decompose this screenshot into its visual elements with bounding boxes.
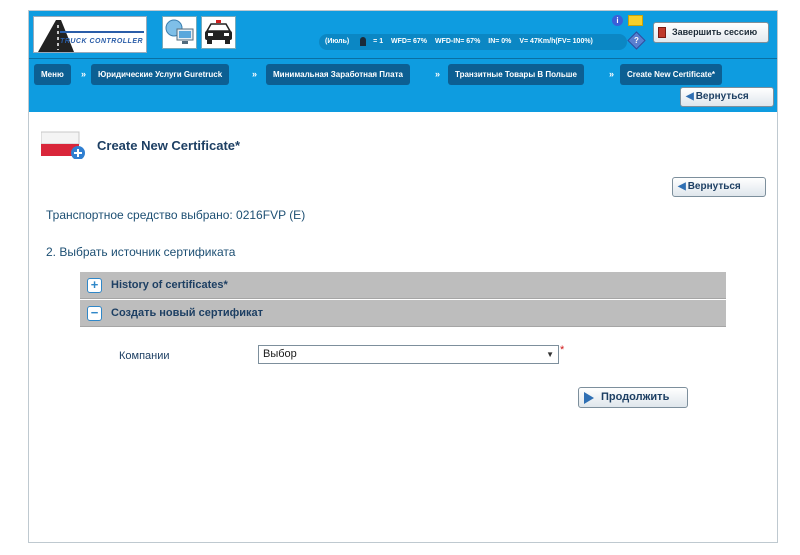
- month-indicator: (Июль): [325, 38, 350, 45]
- help-glyph: ?: [634, 36, 639, 45]
- continue-button[interactable]: Продолжить: [578, 387, 688, 408]
- chevron-down-icon: ▼: [546, 350, 554, 359]
- back-button[interactable]: ◀ Вернуться: [672, 177, 766, 197]
- wfd-in-value: WFD-IN= 67%: [434, 38, 481, 45]
- step-heading: 2. Выбрать источник сертификата: [46, 245, 236, 259]
- breadcrumb-item-create-certificate[interactable]: Create New Certificate*: [620, 64, 723, 85]
- accordion-create-new-label: Создать новый сертификат: [111, 307, 263, 319]
- logo-text: TRUCK CONTROLLER: [60, 38, 144, 45]
- breadcrumb-item-menu[interactable]: Меню: [34, 64, 71, 85]
- breadcrumb-item-transit-goods[interactable]: Транзитные Товары В Польше: [448, 64, 584, 85]
- accordion-history[interactable]: + History of certificates*: [80, 272, 726, 299]
- poland-flag-add-icon: [41, 131, 85, 159]
- page-title: Create New Certificate*: [97, 138, 241, 153]
- nav-back-label: Вернуться: [695, 91, 749, 102]
- breadcrumb-separator: »: [252, 69, 258, 79]
- accordion-history-label: History of certificates*: [111, 279, 228, 291]
- info-icon[interactable]: i: [612, 15, 623, 26]
- accordion-create-new[interactable]: − Создать новый сертификат: [80, 300, 726, 327]
- computer-network-icon[interactable]: [162, 16, 197, 49]
- police-car-icon[interactable]: [201, 16, 236, 49]
- breadcrumb-item-legal-services[interactable]: Юридические Услуги Guretruck: [91, 64, 230, 85]
- wfd-value: WFD= 67%: [391, 38, 428, 45]
- collapse-minus-icon[interactable]: −: [87, 306, 102, 321]
- logout-label: Завершить сессию: [672, 27, 758, 37]
- breadcrumb-separator: »: [609, 69, 615, 79]
- back-label: Вернуться: [687, 181, 741, 192]
- mail-icon[interactable]: [628, 15, 643, 26]
- breadcrumb-bar: Меню » Юридические Услуги Guretruck » Ми…: [29, 58, 777, 112]
- status-bar: (Июль) = 1 WFD= 67% WFD-IN= 67% IN= 0% V…: [319, 34, 627, 50]
- top-header: TRUCK CONTROLLER (Июль) = 1 WFD= 67% WFD…: [29, 11, 777, 58]
- back-arrow-icon: ◀: [678, 181, 686, 192]
- breadcrumb-item-minimum-wage[interactable]: Минимальная Заработная Плата: [266, 64, 410, 85]
- road-logo-graphic: [38, 20, 144, 52]
- arrow-right-icon: [584, 392, 594, 404]
- expand-plus-icon[interactable]: +: [87, 278, 102, 293]
- company-select[interactable]: Выбор ▼: [258, 345, 559, 364]
- selected-vehicle-text: Транспортное средство выбрано: 0216FVP (…: [46, 208, 306, 222]
- nav-back-button[interactable]: ◀ Вернуться: [680, 87, 774, 107]
- truck-controller-logo[interactable]: TRUCK CONTROLLER: [33, 16, 147, 53]
- company-select-value: Выбор: [263, 348, 297, 360]
- continue-label: Продолжить: [601, 391, 670, 403]
- breadcrumb-separator: »: [435, 69, 441, 79]
- driver-count: = 1: [373, 38, 384, 45]
- exit-door-icon: [658, 27, 666, 38]
- help-icon[interactable]: ?: [627, 31, 646, 50]
- speed-value: V= 47Km/h(FV= 100%): [519, 38, 593, 45]
- required-marker: *: [560, 344, 565, 356]
- in-value: IN= 0%: [488, 38, 512, 45]
- back-arrow-icon: ◀: [686, 91, 694, 102]
- driver-icon: [360, 36, 367, 46]
- company-label: Компании: [119, 350, 170, 362]
- logout-button[interactable]: Завершить сессию: [653, 22, 769, 43]
- breadcrumb-separator: »: [81, 69, 87, 79]
- app-window: TRUCK CONTROLLER (Июль) = 1 WFD= 67% WFD…: [28, 10, 778, 543]
